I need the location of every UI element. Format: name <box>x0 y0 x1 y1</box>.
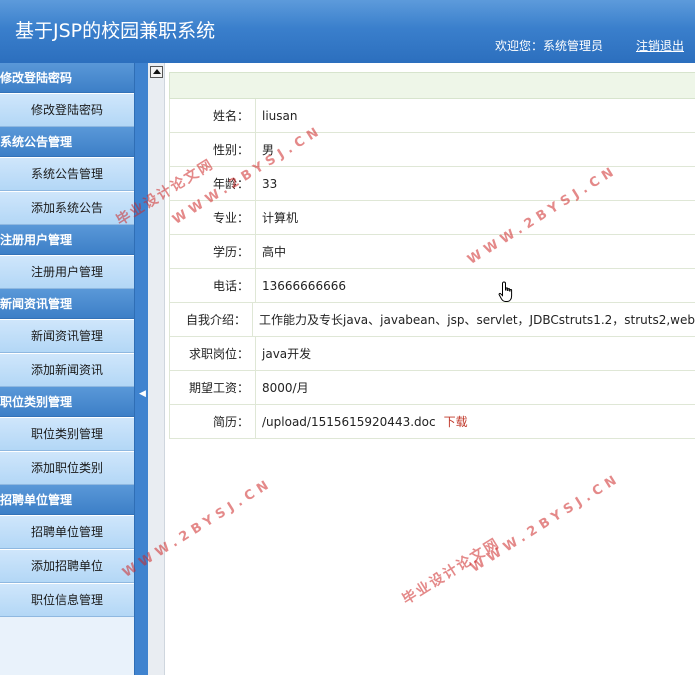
sidebar-group-news[interactable]: 新闻资讯管理 <box>0 289 134 319</box>
sidebar-item-news-manage[interactable]: 新闻资讯管理 <box>0 319 134 353</box>
sidebar-group-job-category[interactable]: 职位类别管理 <box>0 387 134 417</box>
sidebar-item-employer-add[interactable]: 添加招聘单位 <box>0 549 134 583</box>
field-value: 13666666666 <box>262 278 346 293</box>
field-value: 33 <box>262 176 278 191</box>
detail-row-education: 学历： 高中 <box>169 235 695 269</box>
scroll-up-arrow-icon[interactable] <box>150 66 163 78</box>
field-value: /upload/1515615920443.doc 下载 <box>256 405 468 439</box>
sidebar-item-notice-manage[interactable]: 系统公告管理 <box>0 157 134 191</box>
detail-row-major: 专业： 计算机 <box>169 201 695 235</box>
field-value: java开发 <box>262 346 312 361</box>
field-value: 计算机 <box>262 210 299 225</box>
sidebar: 修改登陆密码 修改登陆密码 系统公告管理 系统公告管理 添加系统公告 注册用户管… <box>0 63 134 675</box>
field-label: 性别： <box>170 133 256 166</box>
resume-path: /upload/1515615920443.doc <box>262 414 436 429</box>
field-value: 男 <box>262 142 275 157</box>
app-title: 基于JSP的校园兼职系统 <box>15 20 216 42</box>
detail-row-age: 年龄： 33 <box>169 167 695 201</box>
field-label: 电话： <box>170 269 256 302</box>
field-label: 专业： <box>170 201 256 234</box>
field-value: 工作能力及专长java、javabean、jsp、servlet，JDBCstr… <box>259 312 695 327</box>
download-link[interactable]: 下载 <box>444 415 468 429</box>
field-label: 自我介绍： <box>170 303 254 336</box>
sidebar-item-employer-manage[interactable]: 招聘单位管理 <box>0 515 134 549</box>
field-value: liusan <box>262 108 298 123</box>
frame-scrollbar[interactable] <box>148 63 165 675</box>
detail-table-header <box>169 72 695 99</box>
field-label: 姓名： <box>170 99 256 132</box>
detail-row-position: 求职岗位： java开发 <box>169 337 695 371</box>
main-content: 姓名： liusan 性别： 男 年龄： 33 专业： 计算机 学历： 高中 电… <box>165 63 695 675</box>
sidebar-group-password[interactable]: 修改登陆密码 <box>0 63 134 93</box>
sidebar-item-users-manage[interactable]: 注册用户管理 <box>0 255 134 289</box>
sidebar-splitter[interactable]: ◀ <box>134 63 148 675</box>
sidebar-item-job-category-manage[interactable]: 职位类别管理 <box>0 417 134 451</box>
detail-table: 姓名： liusan 性别： 男 年龄： 33 专业： 计算机 学历： 高中 电… <box>169 72 695 439</box>
hand-cursor-icon <box>498 281 513 302</box>
field-label: 学历： <box>170 235 256 268</box>
sidebar-group-employer[interactable]: 招聘单位管理 <box>0 485 134 515</box>
field-label: 简历： <box>170 405 256 438</box>
detail-row-intro: 自我介绍： 工作能力及专长java、javabean、jsp、servlet，J… <box>169 303 695 337</box>
sidebar-item-job-info-manage[interactable]: 职位信息管理 <box>0 583 134 617</box>
sidebar-group-notice[interactable]: 系统公告管理 <box>0 127 134 157</box>
sidebar-item-notice-add[interactable]: 添加系统公告 <box>0 191 134 225</box>
detail-row-gender: 性别： 男 <box>169 133 695 167</box>
sidebar-item-change-password[interactable]: 修改登陆密码 <box>0 93 134 127</box>
field-label: 年龄： <box>170 167 256 200</box>
welcome-text: 欢迎您：系统管理员 <box>495 39 604 53</box>
field-label: 求职岗位： <box>170 337 256 370</box>
detail-row-resume: 简历： /upload/1515615920443.doc 下载 <box>169 405 695 439</box>
collapse-arrow-icon[interactable]: ◀ <box>139 389 146 399</box>
sidebar-item-job-category-add[interactable]: 添加职位类别 <box>0 451 134 485</box>
logout-link[interactable]: 注销退出 <box>636 37 684 54</box>
sidebar-item-news-add[interactable]: 添加新闻资讯 <box>0 353 134 387</box>
field-value: 高中 <box>262 244 287 259</box>
detail-row-phone: 电话： 13666666666 <box>169 269 695 303</box>
sidebar-group-users[interactable]: 注册用户管理 <box>0 225 134 255</box>
field-value: 8000/月 <box>262 380 309 395</box>
header-bar: 基于JSP的校园兼职系统 欢迎您：系统管理员 注销退出 <box>0 0 695 63</box>
field-label: 期望工资： <box>170 371 256 404</box>
detail-row-name: 姓名： liusan <box>169 99 695 133</box>
detail-row-salary: 期望工资： 8000/月 <box>169 371 695 405</box>
